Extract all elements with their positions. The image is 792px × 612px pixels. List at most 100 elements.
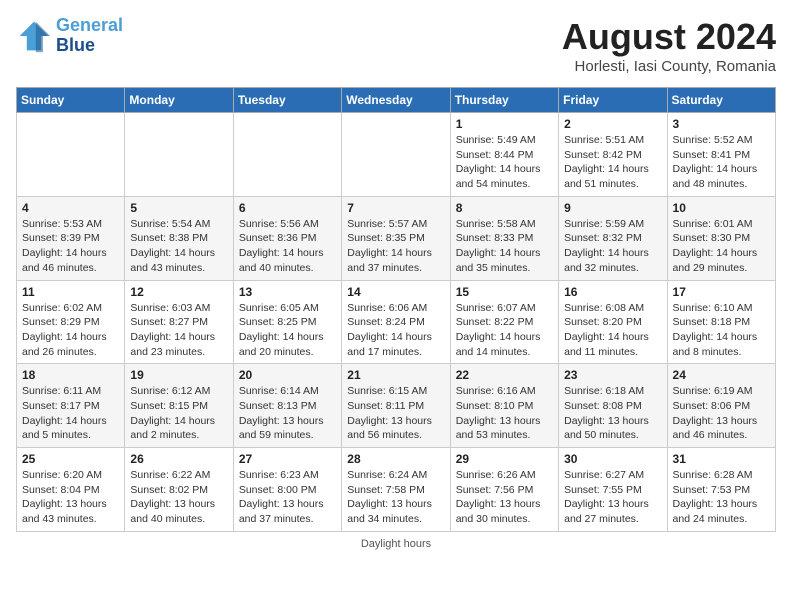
- day-cell: 15 Sunrise: 6:07 AM Sunset: 8:22 PM Dayli…: [450, 280, 558, 364]
- day-number: 8: [456, 201, 553, 215]
- calendar: SundayMondayTuesdayWednesdayThursdayFrid…: [16, 87, 776, 532]
- col-header-saturday: Saturday: [667, 88, 775, 113]
- day-info: Sunrise: 6:24 AM Sunset: 7:58 PM Dayligh…: [347, 468, 444, 527]
- calendar-body: 1 Sunrise: 5:49 AM Sunset: 8:44 PM Daylig…: [17, 113, 776, 532]
- day-number: 29: [456, 452, 553, 466]
- day-number: 23: [564, 368, 661, 382]
- day-number: 25: [22, 452, 119, 466]
- day-number: 18: [22, 368, 119, 382]
- day-cell: 8 Sunrise: 5:58 AM Sunset: 8:33 PM Daylig…: [450, 196, 558, 280]
- col-header-friday: Friday: [559, 88, 667, 113]
- day-number: 1: [456, 117, 553, 131]
- day-cell: 28 Sunrise: 6:24 AM Sunset: 7:58 PM Dayli…: [342, 448, 450, 532]
- day-cell: [233, 113, 341, 197]
- day-info: Sunrise: 6:07 AM Sunset: 8:22 PM Dayligh…: [456, 301, 553, 360]
- week-row-4: 18 Sunrise: 6:11 AM Sunset: 8:17 PM Dayli…: [17, 364, 776, 448]
- day-cell: 27 Sunrise: 6:23 AM Sunset: 8:00 PM Dayli…: [233, 448, 341, 532]
- day-info: Sunrise: 6:27 AM Sunset: 7:55 PM Dayligh…: [564, 468, 661, 527]
- day-cell: 20Sunrise: 6:14 AM Sunset: 8:13 PM Dayli…: [233, 364, 341, 448]
- day-cell: 30 Sunrise: 6:27 AM Sunset: 7:55 PM Dayli…: [559, 448, 667, 532]
- day-cell: 31 Sunrise: 6:28 AM Sunset: 7:53 PM Dayli…: [667, 448, 775, 532]
- day-number: 30: [564, 452, 661, 466]
- day-number: 12: [130, 285, 227, 299]
- day-info: Sunrise: 6:26 AM Sunset: 7:56 PM Dayligh…: [456, 468, 553, 527]
- day-info: Sunrise: 6:08 AM Sunset: 8:20 PM Dayligh…: [564, 301, 661, 360]
- day-info: Sunrise: 5:54 AM Sunset: 8:38 PM Dayligh…: [130, 217, 227, 276]
- day-cell: 16 Sunrise: 6:08 AM Sunset: 8:20 PM Dayli…: [559, 280, 667, 364]
- day-number: 26: [130, 452, 227, 466]
- week-row-3: 11Sunrise: 6:02 AM Sunset: 8:29 PM Dayli…: [17, 280, 776, 364]
- day-cell: 12 Sunrise: 6:03 AM Sunset: 8:27 PM Dayli…: [125, 280, 233, 364]
- col-header-sunday: Sunday: [17, 88, 125, 113]
- day-info: Sunrise: 6:20 AM Sunset: 8:04 PM Dayligh…: [22, 468, 119, 527]
- day-info: Sunrise: 5:52 AM Sunset: 8:41 PM Dayligh…: [673, 133, 770, 192]
- day-cell: 9 Sunrise: 5:59 AM Sunset: 8:32 PM Daylig…: [559, 196, 667, 280]
- location: Horlesti, Iasi County, Romania: [562, 58, 776, 75]
- day-info: Sunrise: 6:05 AM Sunset: 8:25 PM Dayligh…: [239, 301, 336, 360]
- day-number: 21: [347, 368, 444, 382]
- footer-note: Daylight hours: [16, 538, 776, 550]
- day-number: 17: [673, 285, 770, 299]
- day-info: Sunrise: 6:23 AM Sunset: 8:00 PM Dayligh…: [239, 468, 336, 527]
- day-info: Sunrise: 6:15 AM Sunset: 8:11 PM Dayligh…: [347, 384, 444, 443]
- month-title: August 2024: [562, 16, 776, 58]
- day-number: 13: [239, 285, 336, 299]
- day-number: 4: [22, 201, 119, 215]
- col-header-monday: Monday: [125, 88, 233, 113]
- day-cell: 23Sunrise: 6:18 AM Sunset: 8:08 PM Dayli…: [559, 364, 667, 448]
- day-info: Sunrise: 6:01 AM Sunset: 8:30 PM Dayligh…: [673, 217, 770, 276]
- day-number: 10: [673, 201, 770, 215]
- logo: GeneralBlue: [16, 16, 123, 56]
- day-cell: 5 Sunrise: 5:54 AM Sunset: 8:38 PM Daylig…: [125, 196, 233, 280]
- day-number: 5: [130, 201, 227, 215]
- day-cell: 26 Sunrise: 6:22 AM Sunset: 8:02 PM Dayli…: [125, 448, 233, 532]
- day-header-row: SundayMondayTuesdayWednesdayThursdayFrid…: [17, 88, 776, 113]
- calendar-header: SundayMondayTuesdayWednesdayThursdayFrid…: [17, 88, 776, 113]
- day-number: 19: [130, 368, 227, 382]
- day-cell: 13 Sunrise: 6:05 AM Sunset: 8:25 PM Dayli…: [233, 280, 341, 364]
- day-cell: 1 Sunrise: 5:49 AM Sunset: 8:44 PM Daylig…: [450, 113, 558, 197]
- day-cell: 6 Sunrise: 5:56 AM Sunset: 8:36 PM Daylig…: [233, 196, 341, 280]
- week-row-2: 4Sunrise: 5:53 AM Sunset: 8:39 PM Daylig…: [17, 196, 776, 280]
- day-info: Sunrise: 6:28 AM Sunset: 7:53 PM Dayligh…: [673, 468, 770, 527]
- day-cell: 21 Sunrise: 6:15 AM Sunset: 8:11 PM Dayli…: [342, 364, 450, 448]
- day-info: Sunrise: 6:11 AM Sunset: 8:17 PM Dayligh…: [22, 384, 119, 443]
- day-number: 15: [456, 285, 553, 299]
- day-cell: 3 Sunrise: 5:52 AM Sunset: 8:41 PM Daylig…: [667, 113, 775, 197]
- day-number: 28: [347, 452, 444, 466]
- day-cell: 7 Sunrise: 5:57 AM Sunset: 8:35 PM Daylig…: [342, 196, 450, 280]
- day-info: Sunrise: 6:06 AM Sunset: 8:24 PM Dayligh…: [347, 301, 444, 360]
- day-cell: [17, 113, 125, 197]
- day-info: Sunrise: 5:59 AM Sunset: 8:32 PM Dayligh…: [564, 217, 661, 276]
- title-block: August 2024 Horlesti, Iasi County, Roman…: [562, 16, 776, 75]
- day-number: 27: [239, 452, 336, 466]
- day-number: 7: [347, 201, 444, 215]
- day-cell: 2Sunrise: 5:51 AM Sunset: 8:42 PM Daylig…: [559, 113, 667, 197]
- day-number: 16: [564, 285, 661, 299]
- logo-text: GeneralBlue: [56, 16, 123, 56]
- day-number: 20: [239, 368, 336, 382]
- day-cell: [125, 113, 233, 197]
- day-cell: 4Sunrise: 5:53 AM Sunset: 8:39 PM Daylig…: [17, 196, 125, 280]
- col-header-tuesday: Tuesday: [233, 88, 341, 113]
- col-header-thursday: Thursday: [450, 88, 558, 113]
- day-number: 14: [347, 285, 444, 299]
- day-info: Sunrise: 5:49 AM Sunset: 8:44 PM Dayligh…: [456, 133, 553, 192]
- day-info: Sunrise: 5:57 AM Sunset: 8:35 PM Dayligh…: [347, 217, 444, 276]
- day-cell: 18 Sunrise: 6:11 AM Sunset: 8:17 PM Dayli…: [17, 364, 125, 448]
- day-number: 9: [564, 201, 661, 215]
- day-number: 31: [673, 452, 770, 466]
- day-info: Sunrise: 5:58 AM Sunset: 8:33 PM Dayligh…: [456, 217, 553, 276]
- day-info: Sunrise: 5:56 AM Sunset: 8:36 PM Dayligh…: [239, 217, 336, 276]
- day-info: Sunrise: 6:12 AM Sunset: 8:15 PM Dayligh…: [130, 384, 227, 443]
- day-info: Sunrise: 6:10 AM Sunset: 8:18 PM Dayligh…: [673, 301, 770, 360]
- day-number: 3: [673, 117, 770, 131]
- day-cell: 24Sunrise: 6:19 AM Sunset: 8:06 PM Dayli…: [667, 364, 775, 448]
- day-number: 6: [239, 201, 336, 215]
- day-info: Sunrise: 6:22 AM Sunset: 8:02 PM Dayligh…: [130, 468, 227, 527]
- week-row-1: 1 Sunrise: 5:49 AM Sunset: 8:44 PM Daylig…: [17, 113, 776, 197]
- page-header: GeneralBlue August 2024 Horlesti, Iasi C…: [16, 16, 776, 75]
- day-number: 24: [673, 368, 770, 382]
- day-number: 22: [456, 368, 553, 382]
- day-info: Sunrise: 6:03 AM Sunset: 8:27 PM Dayligh…: [130, 301, 227, 360]
